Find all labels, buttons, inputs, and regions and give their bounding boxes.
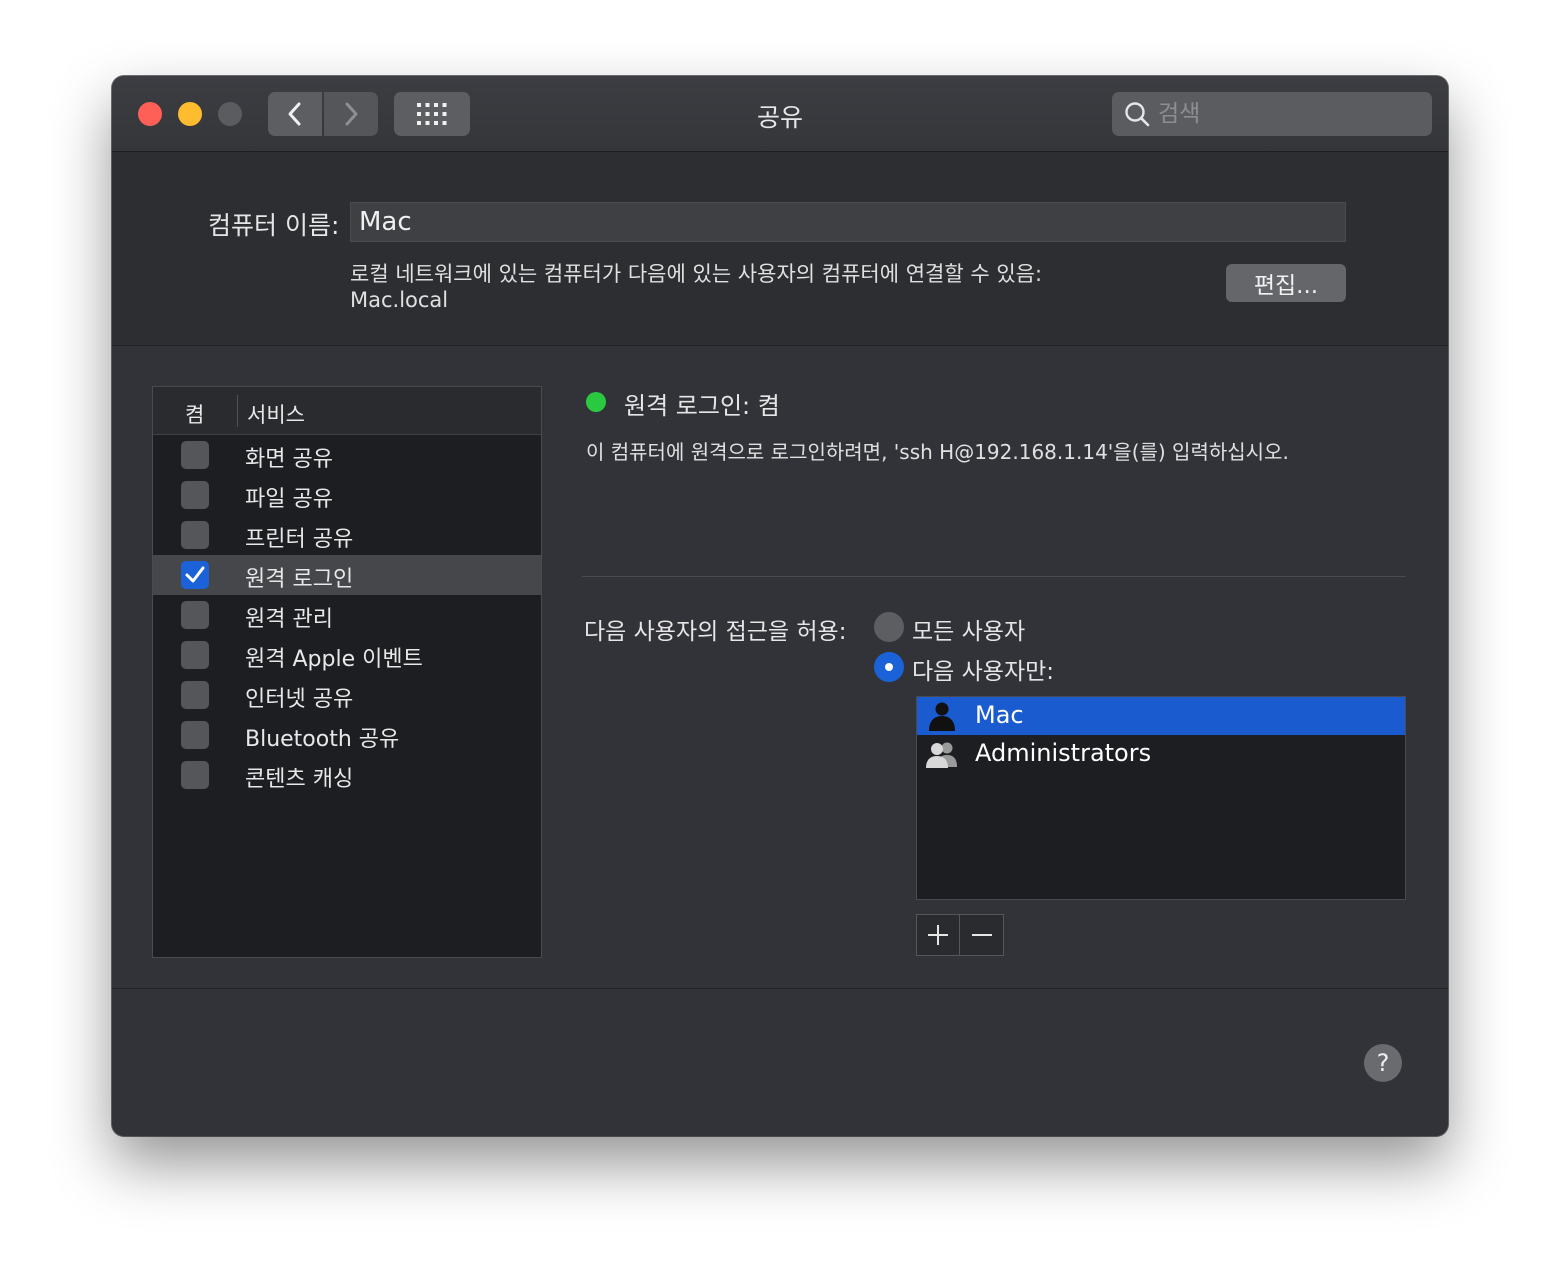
plus-icon <box>928 925 948 945</box>
service-label: 파일 공유 <box>245 487 333 512</box>
service-label: 화면 공유 <box>245 447 333 472</box>
search-input[interactable] <box>1158 101 1408 127</box>
access-label: 다음 사용자의 접근을 허용: <box>584 619 847 645</box>
service-row[interactable]: 파일 공유 <box>153 475 541 515</box>
service-label: 원격 Apple 이벤트 <box>245 647 423 672</box>
service-row[interactable]: 프린터 공유 <box>153 515 541 555</box>
section-divider <box>582 576 1406 577</box>
group-icon <box>926 742 957 768</box>
service-checkbox[interactable] <box>181 561 209 589</box>
user-row[interactable]: Mac <box>917 697 1405 735</box>
user-row[interactable]: Administrators <box>917 735 1405 773</box>
sharing-window: 공유 컴퓨터 이름: 로컬 네트워크에 있는 컴퓨터가 다음에 있는 사용자의 … <box>112 76 1448 1136</box>
service-row[interactable]: 원격 관리 <box>153 595 541 635</box>
column-header-on[interactable]: 켬 <box>185 399 204 429</box>
service-label: 원격 로그인 <box>245 567 354 592</box>
service-checkbox[interactable] <box>181 721 209 749</box>
bottom-separator <box>112 988 1448 989</box>
column-divider <box>237 395 238 427</box>
title-bar: 공유 <box>112 76 1448 152</box>
checkmark-icon <box>185 566 205 583</box>
user-name: Administrators <box>975 739 1152 767</box>
service-checkbox[interactable] <box>181 681 209 709</box>
add-remove-buttons <box>916 914 1004 956</box>
service-label: Bluetooth 공유 <box>245 727 400 752</box>
service-row[interactable]: 원격 로그인 <box>153 555 541 595</box>
help-button[interactable]: ? <box>1364 1044 1402 1082</box>
local-network-description: 로컬 네트워크에 있는 컴퓨터가 다음에 있는 사용자의 컴퓨터에 연결할 수 … <box>350 262 1043 286</box>
all-users-radio[interactable] <box>874 612 904 642</box>
remove-user-button[interactable] <box>960 914 1004 956</box>
service-label: 프린터 공유 <box>245 527 354 552</box>
add-user-button[interactable] <box>916 914 960 956</box>
user-name: Mac <box>975 701 1024 729</box>
user-icon <box>929 702 955 731</box>
only-these-users-label[interactable]: 다음 사용자만: <box>912 652 1054 686</box>
service-rows: 화면 공유파일 공유프린터 공유원격 로그인원격 관리원격 Apple 이벤트인… <box>153 435 541 795</box>
column-header-service[interactable]: 서비스 <box>247 399 305 429</box>
service-checkbox[interactable] <box>181 521 209 549</box>
service-status-description: 이 컴퓨터에 원격으로 로그인하려면, 'ssh H@192.168.1.14'… <box>586 440 1289 464</box>
status-indicator-icon <box>586 392 606 412</box>
service-row[interactable]: 화면 공유 <box>153 435 541 475</box>
service-checkbox[interactable] <box>181 641 209 669</box>
service-label: 콘텐츠 캐싱 <box>245 767 354 792</box>
service-row[interactable]: 인터넷 공유 <box>153 675 541 715</box>
service-row[interactable]: 콘텐츠 캐싱 <box>153 755 541 795</box>
service-checkbox[interactable] <box>181 481 209 509</box>
group-icon <box>925 739 959 773</box>
computer-name-panel: 컴퓨터 이름: 로컬 네트워크에 있는 컴퓨터가 다음에 있는 사용자의 컴퓨터… <box>112 152 1448 346</box>
service-list: 켬 서비스 화면 공유파일 공유프린터 공유원격 로그인원격 관리원격 Appl… <box>152 386 542 958</box>
service-row[interactable]: Bluetooth 공유 <box>153 715 541 755</box>
service-checkbox[interactable] <box>181 601 209 629</box>
service-list-header: 켬 서비스 <box>153 387 541 435</box>
service-label: 원격 관리 <box>245 607 333 632</box>
minus-icon <box>971 934 992 936</box>
edit-hostname-button[interactable]: 편집... <box>1226 264 1346 302</box>
all-users-label[interactable]: 모든 사용자 <box>912 612 1025 646</box>
user-icon <box>925 701 959 735</box>
allowed-users-list: Mac Administrators <box>916 696 1406 900</box>
computer-name-label: 컴퓨터 이름: <box>208 211 340 240</box>
service-checkbox[interactable] <box>181 441 209 469</box>
service-label: 인터넷 공유 <box>245 687 354 712</box>
search-field[interactable] <box>1112 92 1432 136</box>
service-row[interactable]: 원격 Apple 이벤트 <box>153 635 541 675</box>
local-hostname: Mac.local <box>350 288 449 312</box>
service-checkbox[interactable] <box>181 761 209 789</box>
user-rows: Mac Administrators <box>917 697 1405 773</box>
service-status-title: 원격 로그인: 켬 <box>624 392 780 420</box>
search-icon <box>1125 102 1150 127</box>
computer-name-input[interactable] <box>350 202 1346 242</box>
only-these-users-radio[interactable] <box>874 652 904 682</box>
